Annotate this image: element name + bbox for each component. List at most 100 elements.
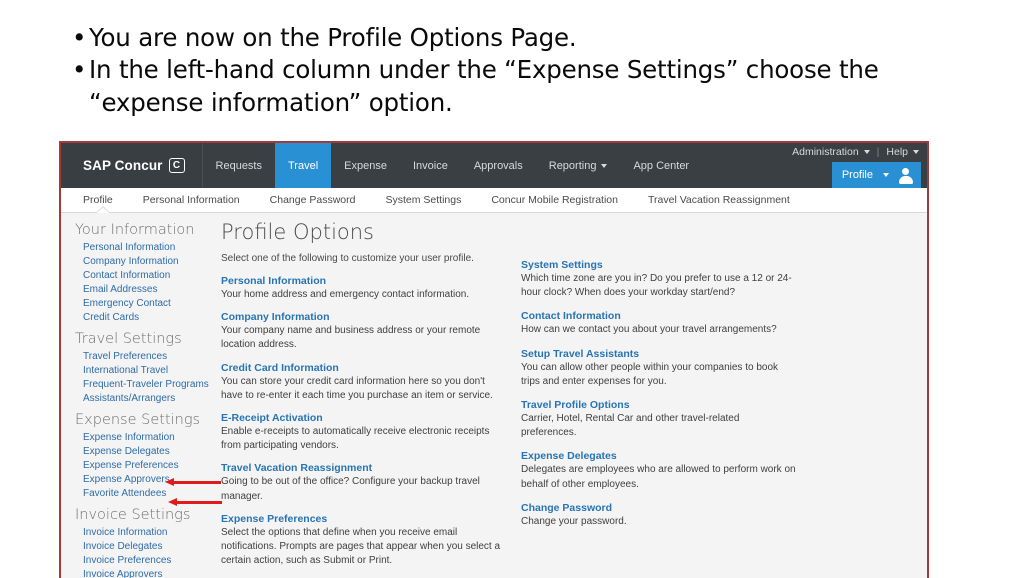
sidebar-item-invoice-preferences[interactable]: Invoice Preferences	[75, 553, 221, 567]
primary-nav-items: Requests Travel Expense Invoice Approval…	[203, 143, 703, 188]
nav-label: Expense	[344, 159, 387, 172]
annotation-arrow-expense-information	[168, 498, 222, 507]
nav-item-invoice[interactable]: Invoice	[400, 143, 461, 188]
concur-c-mark-icon: C	[168, 158, 185, 173]
bullet-1-text: You are now on the Profile Options Page.	[89, 23, 577, 52]
option-description: Your company name and business address o…	[221, 325, 481, 351]
main-content: Profile Options Select one of the follow…	[221, 213, 927, 578]
chevron-down-icon	[863, 150, 870, 154]
nav-item-reporting[interactable]: Reporting	[536, 143, 621, 188]
option-description: Your home address and emergency contact …	[221, 289, 470, 300]
arrow-shaft	[172, 481, 221, 484]
option-e-receipt-activation: E-Receipt Activation Enable e-receipts t…	[221, 412, 507, 453]
nav-item-requests[interactable]: Requests	[203, 143, 275, 188]
subnav-item-profile[interactable]: Profile	[83, 194, 113, 206]
nav-label: Invoice	[412, 159, 448, 172]
option-expense-preferences: Expense Preferences Select the options t…	[221, 513, 507, 569]
user-avatar-icon	[897, 167, 914, 184]
option-title[interactable]: Personal Information	[221, 275, 507, 287]
administration-menu[interactable]: Administration	[792, 146, 870, 158]
nav-item-expense[interactable]: Expense	[331, 143, 400, 188]
sidebar-item-email-addresses[interactable]: Email Addresses	[75, 282, 221, 296]
nav-label: Approvals	[473, 159, 523, 172]
option-title[interactable]: E-Receipt Activation	[221, 412, 507, 424]
sidebar-item-international-travel[interactable]: International Travel	[75, 363, 221, 377]
right-column-spacer	[521, 220, 797, 259]
sidebar-item-contact-information[interactable]: Contact Information	[75, 268, 221, 282]
embedded-browser-screenshot: SAP Concur C Requests Travel Expense Inv…	[59, 141, 929, 578]
subnav-item-personal-information[interactable]: Personal Information	[143, 194, 240, 206]
option-title[interactable]: Credit Card Information	[221, 362, 507, 374]
option-description: Carrier, Hotel, Rental Car and other tra…	[521, 412, 740, 439]
slide-bullet-text: • You are now on the Profile Options Page…	[72, 22, 952, 119]
sap-concur-logo[interactable]: SAP Concur C	[61, 143, 203, 188]
sidebar-item-expense-preferences[interactable]: Expense Preferences	[75, 458, 221, 472]
bullet-item-2-continuation: “expense information” option.	[72, 87, 952, 119]
utility-separator: |	[876, 146, 880, 158]
option-change-password: Change Password Change your password.	[521, 502, 797, 529]
sidebar-item-invoice-approvers[interactable]: Invoice Approvers	[75, 567, 221, 578]
option-title[interactable]: Expense Delegates	[521, 450, 797, 462]
left-sidebar: Your Information Personal Information Co…	[61, 213, 221, 578]
subnav-item-system-settings[interactable]: System Settings	[385, 194, 461, 206]
nav-label: Travel	[288, 159, 319, 172]
subnav-item-concur-mobile-registration[interactable]: Concur Mobile Registration	[491, 194, 618, 206]
option-personal-information: Personal Information Your home address a…	[221, 275, 507, 302]
sidebar-heading-expense-settings: Expense Settings	[75, 412, 201, 428]
sidebar-item-personal-information[interactable]: Personal Information	[75, 240, 221, 254]
option-title[interactable]: Expense Preferences	[221, 513, 507, 525]
sidebar-item-assistants-arrangers[interactable]: Assistants/Arrangers	[75, 391, 221, 405]
option-description: You can store your credit card informati…	[221, 375, 493, 401]
arrow-shaft	[175, 501, 222, 504]
sidebar-item-expense-information[interactable]: Expense Information	[75, 430, 221, 444]
sidebar-item-invoice-delegates[interactable]: Invoice Delegates	[75, 539, 221, 553]
sidebar-item-travel-preferences[interactable]: Travel Preferences	[75, 349, 221, 363]
sidebar-item-credit-cards[interactable]: Credit Cards	[75, 310, 221, 324]
option-contact-information: Contact Information How can we contact y…	[521, 310, 797, 337]
bullet-item-2: • In the left-hand column under the “Expe…	[72, 54, 952, 86]
sidebar-item-emergency-contact[interactable]: Emergency Contact	[75, 296, 221, 310]
option-description: Which time zone are you in? Do you prefe…	[521, 273, 792, 299]
option-title[interactable]: Contact Information	[521, 310, 797, 322]
sidebar-heading-travel-settings: Travel Settings	[75, 331, 182, 347]
option-expense-delegates: Expense Delegates Delegates are employee…	[521, 450, 797, 491]
options-column-right: System Settings Which time zone are you …	[521, 220, 811, 578]
option-title[interactable]: Setup Travel Assistants	[521, 348, 797, 360]
page-intro-text: Select one of the following to customize…	[221, 253, 474, 264]
page-body: Your Information Personal Information Co…	[61, 213, 927, 578]
option-system-settings: System Settings Which time zone are you …	[521, 259, 797, 300]
nav-item-app-center[interactable]: App Center	[620, 143, 702, 188]
sidebar-item-invoice-information[interactable]: Invoice Information	[75, 525, 221, 539]
nav-label: Reporting	[548, 159, 597, 172]
top-navigation-bar: SAP Concur C Requests Travel Expense Inv…	[61, 143, 927, 188]
option-title[interactable]: Travel Vacation Reassignment	[221, 462, 507, 474]
help-menu[interactable]: Help	[886, 146, 919, 158]
administration-label: Administration	[792, 146, 859, 158]
page-title: Profile Options	[221, 220, 374, 244]
nav-label: Requests	[215, 159, 262, 172]
bullet-dot-icon: •	[72, 55, 87, 85]
options-column-left: Profile Options Select one of the follow…	[221, 220, 521, 578]
option-title[interactable]: System Settings	[521, 259, 797, 271]
option-title[interactable]: Change Password	[521, 502, 797, 514]
option-description: Select the options that define when you …	[221, 526, 501, 567]
sidebar-item-expense-delegates[interactable]: Expense Delegates	[75, 444, 221, 458]
option-title[interactable]: Travel Profile Options	[521, 399, 797, 411]
sidebar-item-company-information[interactable]: Company Information	[75, 254, 221, 268]
subnav-item-travel-vacation-reassignment[interactable]: Travel Vacation Reassignment	[648, 194, 790, 206]
sidebar-item-frequent-traveler-programs[interactable]: Frequent-Traveler Programs	[75, 377, 221, 391]
profile-menu-button[interactable]: Profile	[831, 162, 921, 188]
nav-item-approvals[interactable]: Approvals	[461, 143, 536, 188]
option-description: Change your password.	[521, 515, 627, 527]
utility-links: Administration | Help	[792, 146, 919, 158]
option-credit-card-information: Credit Card Information You can store yo…	[221, 362, 507, 403]
subnav-item-change-password[interactable]: Change Password	[270, 194, 356, 206]
nav-item-travel[interactable]: Travel	[275, 143, 332, 188]
chevron-down-icon	[601, 163, 608, 168]
bullet-2-text: In the left-hand column under the “Expen…	[89, 55, 879, 85]
option-description: You can allow other people within your c…	[521, 361, 779, 387]
option-title[interactable]: Company Information	[221, 311, 507, 323]
option-company-information: Company Information Your company name an…	[221, 311, 507, 352]
sidebar-heading-invoice-settings: Invoice Settings	[75, 507, 191, 523]
option-travel-profile-options: Travel Profile Options Carrier, Hotel, R…	[521, 399, 797, 440]
